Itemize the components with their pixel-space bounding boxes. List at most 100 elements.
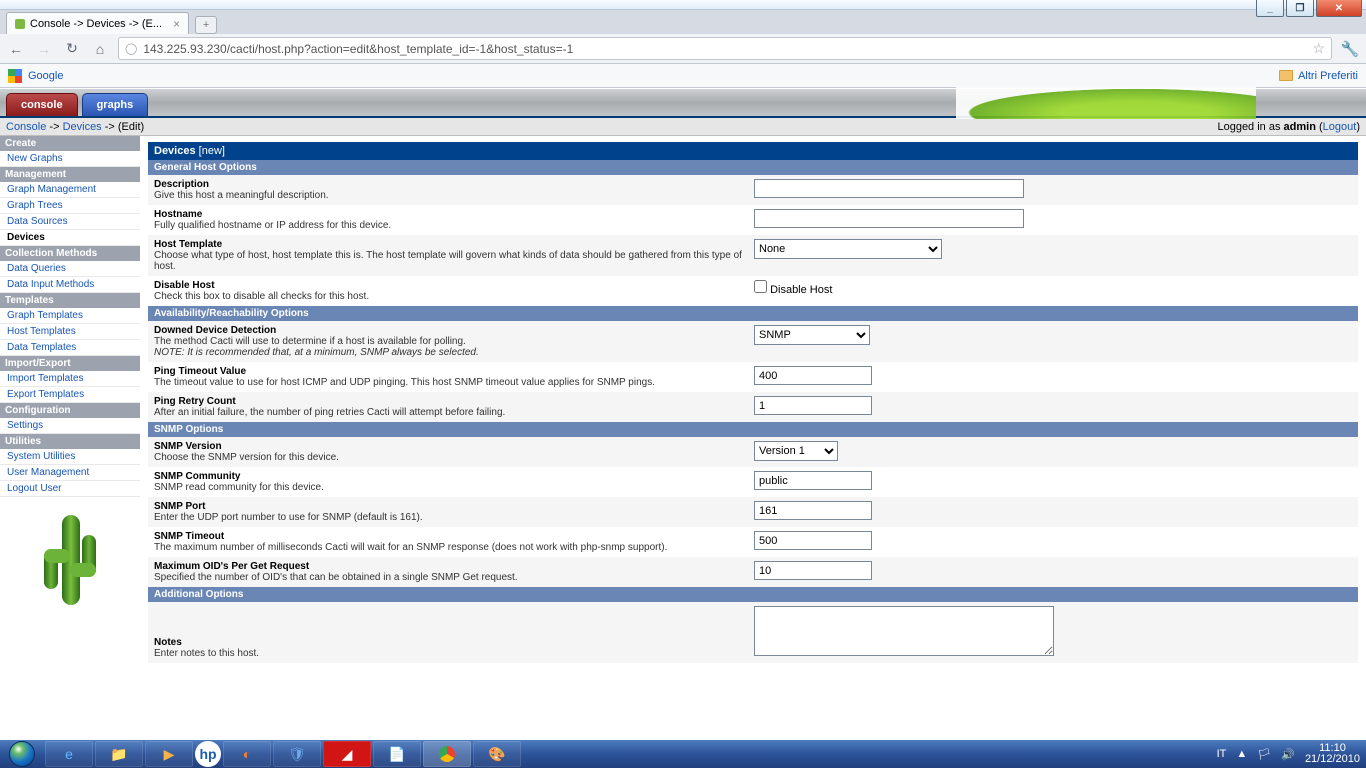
notes-textarea[interactable] (754, 606, 1054, 656)
ping-retry-input[interactable] (754, 396, 872, 415)
network-icon[interactable]: 🏳 (1257, 748, 1271, 761)
section-snmp: SNMP Options (148, 422, 1358, 437)
task-avira[interactable]: ◢ (323, 741, 371, 767)
hostname-input[interactable] (754, 209, 1024, 228)
sidebar-item-graph-management[interactable]: Graph Management (0, 182, 140, 198)
logout-link[interactable]: Logout (1323, 121, 1357, 133)
snmp-port-input[interactable] (754, 501, 872, 520)
home-button[interactable]: ⌂ (90, 39, 110, 59)
window-maximize[interactable]: ❐ (1286, 0, 1314, 17)
window-minimize[interactable]: _ (1256, 0, 1284, 17)
browser-tab-strip: Console -> Devices -> (E... × + (0, 10, 1366, 34)
globe-icon: ◯ (125, 42, 137, 55)
sidebar-header-management: Management (0, 167, 140, 182)
window-close[interactable]: ✕ (1316, 0, 1362, 17)
volume-icon[interactable]: 🔊 (1281, 748, 1295, 761)
sidebar-item-data-templates[interactable]: Data Templates (0, 340, 140, 356)
sidebar-item-graph-templates[interactable]: Graph Templates (0, 308, 140, 324)
sidebar-item-import-templates[interactable]: Import Templates (0, 371, 140, 387)
sidebar-item-graph-trees[interactable]: Graph Trees (0, 198, 140, 214)
max-oid-input[interactable] (754, 561, 872, 580)
sidebar-item-export-templates[interactable]: Export Templates (0, 387, 140, 403)
label-snmp-port: SNMP Port (154, 501, 742, 512)
address-bar[interactable]: ◯ 143.225.93.230/cacti/host.php?action=e… (118, 37, 1332, 60)
settings-wrench-icon[interactable]: 🔧 (1340, 39, 1360, 59)
clock[interactable]: 11:1021/12/2010 (1305, 743, 1360, 765)
browser-toolbar: ← → ↻ ⌂ ◯ 143.225.93.230/cacti/host.php?… (0, 34, 1366, 64)
lang-indicator[interactable]: IT (1217, 748, 1227, 760)
browser-tab[interactable]: Console -> Devices -> (E... × (6, 12, 189, 34)
ping-timeout-input[interactable] (754, 366, 872, 385)
cacti-logo-icon (40, 509, 100, 619)
google-icon (8, 69, 22, 83)
crumb-console[interactable]: Console (6, 121, 46, 133)
sidebar-header-import-export: Import/Export (0, 356, 140, 371)
label-snmp-timeout: SNMP Timeout (154, 531, 742, 542)
window-titlebar: _ ❐ ✕ (0, 0, 1366, 10)
login-status: Logged in as admin (Logout) (1217, 121, 1360, 133)
sidebar-item-user-management[interactable]: User Management (0, 465, 140, 481)
windows-taskbar: e 📁 ▶ hp ◐ 🛡 ◢ 📄 🎨 IT ▲ 🏳 🔊 11:1021/12/2… (0, 740, 1366, 768)
snmp-timeout-input[interactable] (754, 531, 872, 550)
task-hp[interactable]: hp (195, 741, 221, 767)
host-template-select[interactable]: None (754, 239, 942, 259)
label-downed-detection: Downed Device Detection (154, 325, 742, 336)
forward-button[interactable]: → (34, 39, 54, 59)
tab-title: Console -> Devices -> (E... (30, 18, 162, 30)
sidebar-item-data-queries[interactable]: Data Queries (0, 261, 140, 277)
label-description: Description (154, 179, 742, 190)
task-app1[interactable]: ◐ (223, 741, 271, 767)
sidebar-header-create: Create (0, 136, 140, 151)
sidebar-item-data-sources[interactable]: Data Sources (0, 214, 140, 230)
sidebar-item-devices[interactable]: Devices (0, 230, 140, 246)
bookmark-google[interactable]: Google (8, 69, 63, 83)
sidebar-item-new-graphs[interactable]: New Graphs (0, 151, 140, 167)
tab-console[interactable]: console (6, 93, 78, 116)
snmp-version-select[interactable]: Version 1 (754, 441, 838, 461)
section-availability: Availability/Reachability Options (148, 306, 1358, 321)
crumb-devices[interactable]: Devices (63, 121, 102, 133)
label-snmp-version: SNMP Version (154, 441, 742, 452)
snmp-community-input[interactable] (754, 471, 872, 490)
label-host-template: Host Template (154, 239, 742, 250)
folder-icon (1279, 70, 1293, 81)
tray-arrow-icon[interactable]: ▲ (1236, 748, 1247, 760)
task-explorer[interactable]: 📁 (95, 741, 143, 767)
task-notepad[interactable]: 📄 (373, 741, 421, 767)
downed-detection-select[interactable]: SNMP (754, 325, 870, 345)
disable-host-checkbox[interactable] (754, 280, 767, 293)
description-input[interactable] (754, 179, 1024, 198)
sidebar-item-host-templates[interactable]: Host Templates (0, 324, 140, 340)
tab-close-icon[interactable]: × (173, 17, 180, 31)
task-shield[interactable]: 🛡 (273, 741, 321, 767)
start-button[interactable] (0, 740, 44, 768)
label-disable-host: Disable Host (154, 280, 742, 291)
bookmark-star-icon[interactable]: ☆ (1312, 40, 1325, 57)
sidebar-item-system-utilities[interactable]: System Utilities (0, 449, 140, 465)
bookmark-other[interactable]: Altri Preferiti (1279, 70, 1358, 82)
task-ie[interactable]: e (45, 741, 93, 767)
sidebar: Create New Graphs Management Graph Manag… (0, 136, 140, 740)
cacti-header: console graphs (0, 88, 1366, 118)
sidebar-item-logout-user[interactable]: Logout User (0, 481, 140, 497)
windows-orb-icon (9, 741, 35, 767)
task-chrome[interactable] (423, 741, 471, 767)
new-tab-button[interactable]: + (195, 16, 217, 34)
main-panel: Devices [new] General Host Options Descr… (140, 136, 1366, 740)
label-max-oid: Maximum OID's Per Get Request (154, 561, 742, 572)
back-button[interactable]: ← (6, 39, 26, 59)
sidebar-item-settings[interactable]: Settings (0, 418, 140, 434)
reload-button[interactable]: ↻ (62, 39, 82, 59)
url-text: 143.225.93.230/cacti/host.php?action=edi… (143, 42, 573, 56)
task-media[interactable]: ▶ (145, 741, 193, 767)
section-general: General Host Options (148, 160, 1358, 175)
system-tray: IT ▲ 🏳 🔊 11:1021/12/2010 (1217, 743, 1366, 765)
label-ping-retry: Ping Retry Count (154, 396, 742, 407)
task-paint[interactable]: 🎨 (473, 741, 521, 767)
tab-graphs[interactable]: graphs (82, 93, 149, 116)
sidebar-item-data-input[interactable]: Data Input Methods (0, 277, 140, 293)
cacti-banner-icon (956, 87, 1256, 119)
sidebar-header-configuration: Configuration (0, 403, 140, 418)
sidebar-header-utilities: Utilities (0, 434, 140, 449)
sidebar-header-collection: Collection Methods (0, 246, 140, 261)
